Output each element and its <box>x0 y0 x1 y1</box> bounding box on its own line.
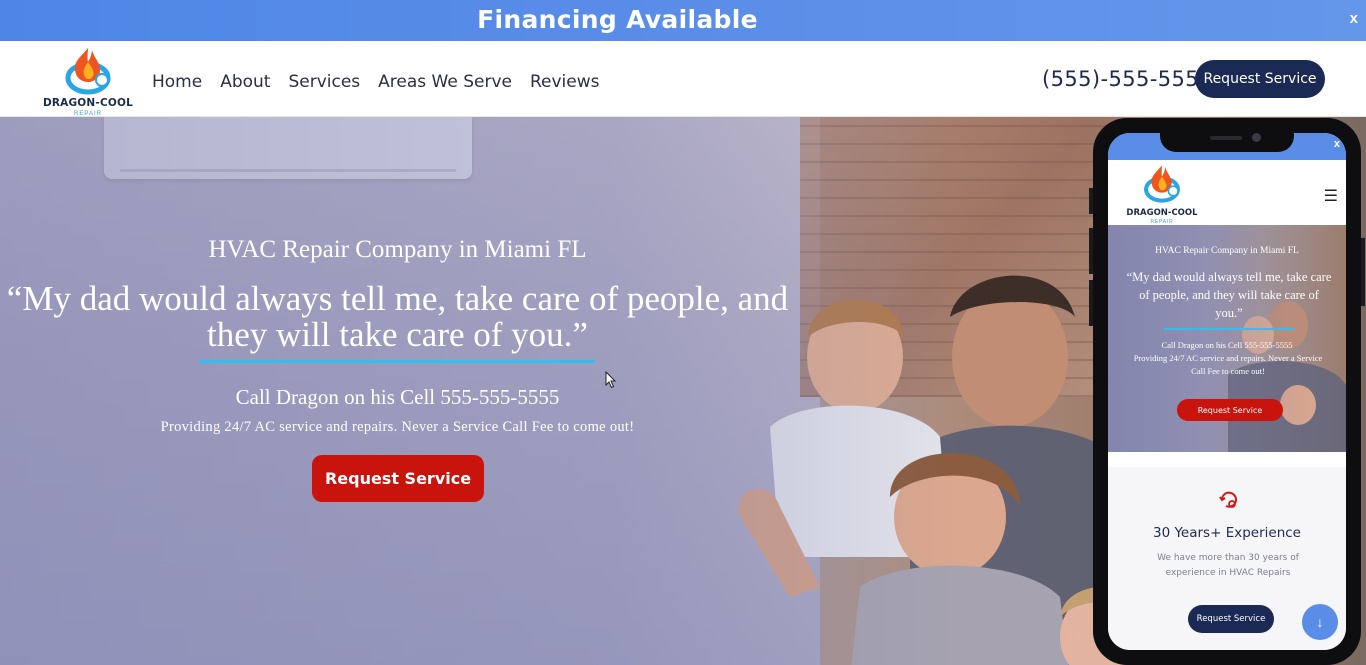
financing-banner: Financing Available x <box>0 0 1366 41</box>
phone-camera-icon <box>1252 133 1261 142</box>
mouse-cursor-icon <box>605 371 617 389</box>
feature-text: We have more than 30 years of experience… <box>1157 553 1299 578</box>
hero-call-text: Call Dragon on his Cell 555-555-5555 <box>235 385 560 409</box>
nav-reviews[interactable]: Reviews <box>530 72 600 92</box>
mobile-header: DRAGON-COOL REPAIR ☰ <box>1108 160 1346 225</box>
hero-subtitle: HVAC Repair Company in Miami FL <box>208 236 587 263</box>
phone-volume-up-button <box>1089 228 1093 274</box>
banner-close-button[interactable]: x <box>1350 10 1358 27</box>
mobile-hero-subtitle: HVAC Repair Company in Miami FL <box>1155 246 1299 256</box>
mobile-hero-accent-line <box>1164 328 1294 330</box>
mobile-hero-request-service-button[interactable]: Request Service <box>1177 399 1283 421</box>
mobile-banner-close-button[interactable]: x <box>1334 138 1340 150</box>
mobile-hero-call-text: Call Dragon on his Cell 555-555-5555 <box>1161 340 1293 350</box>
logo-name: DRAGON-COOL <box>42 97 134 109</box>
hero-accent-line <box>200 360 595 363</box>
phone-volume-down-button <box>1089 280 1093 326</box>
phone-power-button <box>1361 238 1365 306</box>
nav-about[interactable]: About <box>220 72 270 92</box>
nav-services[interactable]: Services <box>288 72 360 92</box>
mobile-divider <box>1108 452 1346 467</box>
phone-speaker <box>1210 136 1242 140</box>
phone-mockup: x DRAGON-COOL REPAIR ☰ HVAC Repair Compa… <box>1089 118 1365 665</box>
mobile-hero-quote: “My dad would always tell me, take care … <box>1126 270 1332 320</box>
hero-providing-text: Providing 24/7 AC service and repairs. N… <box>160 419 635 435</box>
mobile-hero: HVAC Repair Company in Miami FL “My dad … <box>1108 225 1346 452</box>
nav-home[interactable]: Home <box>152 72 202 92</box>
mobile-request-service-button[interactable]: Request Service <box>1188 605 1274 633</box>
nav-areas-we-serve[interactable]: Areas We Serve <box>378 72 512 92</box>
mobile-logo[interactable]: DRAGON-COOL REPAIR <box>1124 162 1200 226</box>
phone-number[interactable]: (555)-555-555 <box>1042 67 1199 91</box>
mobile-feature-section: 30 Years+ Experience We have more than 3… <box>1108 467 1346 650</box>
dragon-flame-icon <box>65 48 111 95</box>
main-nav: Home About Services Areas We Serve Revie… <box>152 72 600 92</box>
arrow-down-icon[interactable]: ↓ <box>1302 604 1338 640</box>
banner-text: Financing Available <box>477 5 758 34</box>
mobile-logo-name: DRAGON-COOL <box>1126 208 1198 218</box>
mobile-dragon-flame-icon <box>1144 165 1180 203</box>
phone-screen: x DRAGON-COOL REPAIR ☰ HVAC Repair Compa… <box>1108 133 1346 650</box>
hero-quote: “My dad would always tell me, take care … <box>6 279 789 354</box>
header-request-service-button[interactable]: Request Service <box>1195 60 1325 98</box>
site-header: DRAGON-COOL REPAIR Home About Services A… <box>0 41 1366 117</box>
gear-refresh-icon <box>1219 491 1237 508</box>
hamburger-icon[interactable]: ☰ <box>1324 186 1338 206</box>
hero-request-service-button[interactable]: Request Service <box>312 455 484 502</box>
phone-side-button <box>1089 188 1093 214</box>
mobile-hero-providing-text: Providing 24/7 AC service and repairs. N… <box>1133 353 1323 376</box>
logo[interactable]: DRAGON-COOL REPAIR <box>42 44 134 118</box>
feature-title: 30 Years+ Experience <box>1153 525 1301 541</box>
